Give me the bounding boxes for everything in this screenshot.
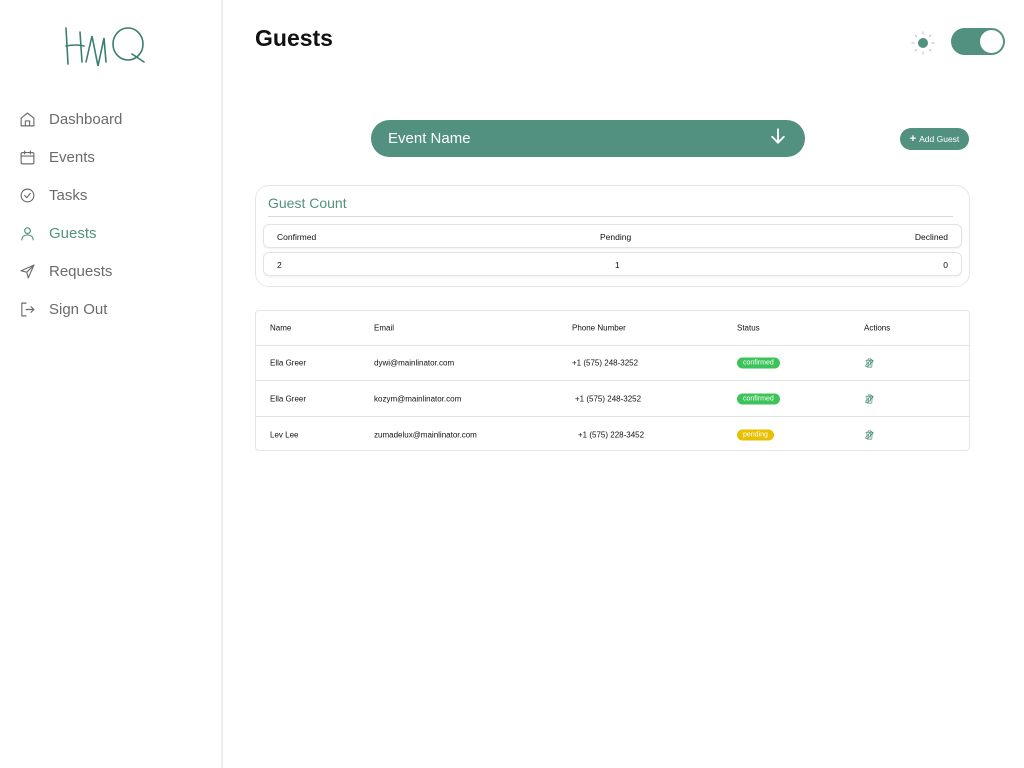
- sidebar-nav: Dashboard Events Tasks Guests Requests S…: [18, 100, 122, 328]
- guest-email: dywi@mainlinator.com: [374, 358, 455, 368]
- sidebar-item-label: Guests: [49, 224, 97, 242]
- sidebar-item-events[interactable]: Events: [18, 138, 122, 176]
- trash-icon[interactable]: [864, 429, 875, 440]
- divider: [268, 216, 953, 217]
- guest-count-header-row: Confirmed Pending Declined: [263, 224, 962, 248]
- theme-toggle[interactable]: [951, 28, 1005, 55]
- guest-email: zumadelux@mainlinator.com: [374, 430, 477, 439]
- guest-count-card: Guest Count Confirmed Pending Declined 2…: [255, 185, 970, 287]
- guest-name: Lev Lee: [270, 430, 299, 439]
- calendar-icon: [18, 148, 36, 166]
- confirmed-count: 2: [277, 260, 282, 270]
- guest-count-values-row: 2 1 0: [263, 252, 962, 276]
- guest-email: kozym@mainlinator.com: [374, 394, 462, 403]
- sidebar-item-label: Tasks: [49, 186, 88, 204]
- table-row: Lev Lee zumadelux@mainlinator.com +1 (57…: [256, 417, 969, 452]
- event-select-value: Event Name: [388, 130, 471, 147]
- guest-phone: +1 (575) 248-3252: [572, 358, 639, 368]
- sidebar-item-tasks[interactable]: Tasks: [18, 176, 122, 214]
- guest-table: Name Email Phone Number Status Actions E…: [255, 310, 970, 451]
- arrow-down-icon: [768, 126, 788, 151]
- column-header-name: Name: [270, 323, 292, 333]
- guest-count-title: Guest Count: [268, 195, 347, 211]
- sidebar-item-dashboard[interactable]: Dashboard: [18, 100, 122, 138]
- page-title: Guests: [255, 25, 333, 51]
- toggle-knob: [979, 29, 1004, 54]
- guest-name: Ella Greer: [270, 358, 307, 368]
- status-badge: confirmed: [737, 393, 780, 404]
- sign-out-icon: [18, 300, 36, 318]
- check-circle-icon: [18, 186, 36, 204]
- sidebar: Dashboard Events Tasks Guests Requests S…: [0, 0, 223, 768]
- table-row: Ella Greer dywi@mainlinator.com +1 (575)…: [256, 346, 969, 381]
- sidebar-item-label: Dashboard: [49, 110, 123, 128]
- pending-count: 1: [615, 260, 620, 270]
- sidebar-item-sign-out[interactable]: Sign Out: [18, 290, 122, 328]
- table-row: Ella Greer kozym@mainlinator.com +1 (575…: [256, 381, 969, 417]
- user-icon: [18, 224, 36, 242]
- sun-icon[interactable]: [911, 31, 935, 55]
- status-badge: pending: [737, 429, 774, 440]
- event-select[interactable]: Event Name: [371, 120, 805, 157]
- trash-icon[interactable]: [864, 358, 875, 369]
- guest-name: Ella Greer: [270, 394, 307, 403]
- guest-phone: +1 (575) 248-3252: [575, 394, 642, 403]
- sidebar-item-label: Requests: [49, 262, 113, 280]
- add-guest-button[interactable]: + Add Guest: [900, 128, 969, 150]
- sidebar-item-requests[interactable]: Requests: [18, 252, 122, 290]
- column-header-status: Status: [737, 323, 760, 333]
- confirmed-header: Confirmed: [277, 232, 317, 242]
- send-icon: [18, 262, 36, 280]
- declined-header: Declined: [914, 232, 948, 242]
- column-header-phone: Phone Number: [572, 323, 626, 333]
- guest-phone: +1 (575) 228-3452: [578, 430, 645, 439]
- sidebar-item-label: Sign Out: [49, 300, 108, 318]
- column-header-email: Email: [374, 323, 395, 333]
- hmq-logo[interactable]: [62, 24, 148, 70]
- table-header-row: Name Email Phone Number Status Actions: [256, 311, 969, 346]
- sidebar-item-guests[interactable]: Guests: [18, 214, 122, 252]
- add-guest-label: Add Guest: [919, 134, 960, 144]
- plus-icon: +: [909, 132, 917, 145]
- column-header-actions: Actions: [864, 323, 891, 333]
- declined-count: 0: [943, 260, 948, 270]
- sidebar-item-label: Events: [49, 148, 95, 166]
- trash-icon[interactable]: [864, 393, 875, 404]
- pending-header: Pending: [600, 232, 632, 242]
- status-badge: confirmed: [737, 357, 780, 369]
- home-icon: [18, 110, 36, 128]
